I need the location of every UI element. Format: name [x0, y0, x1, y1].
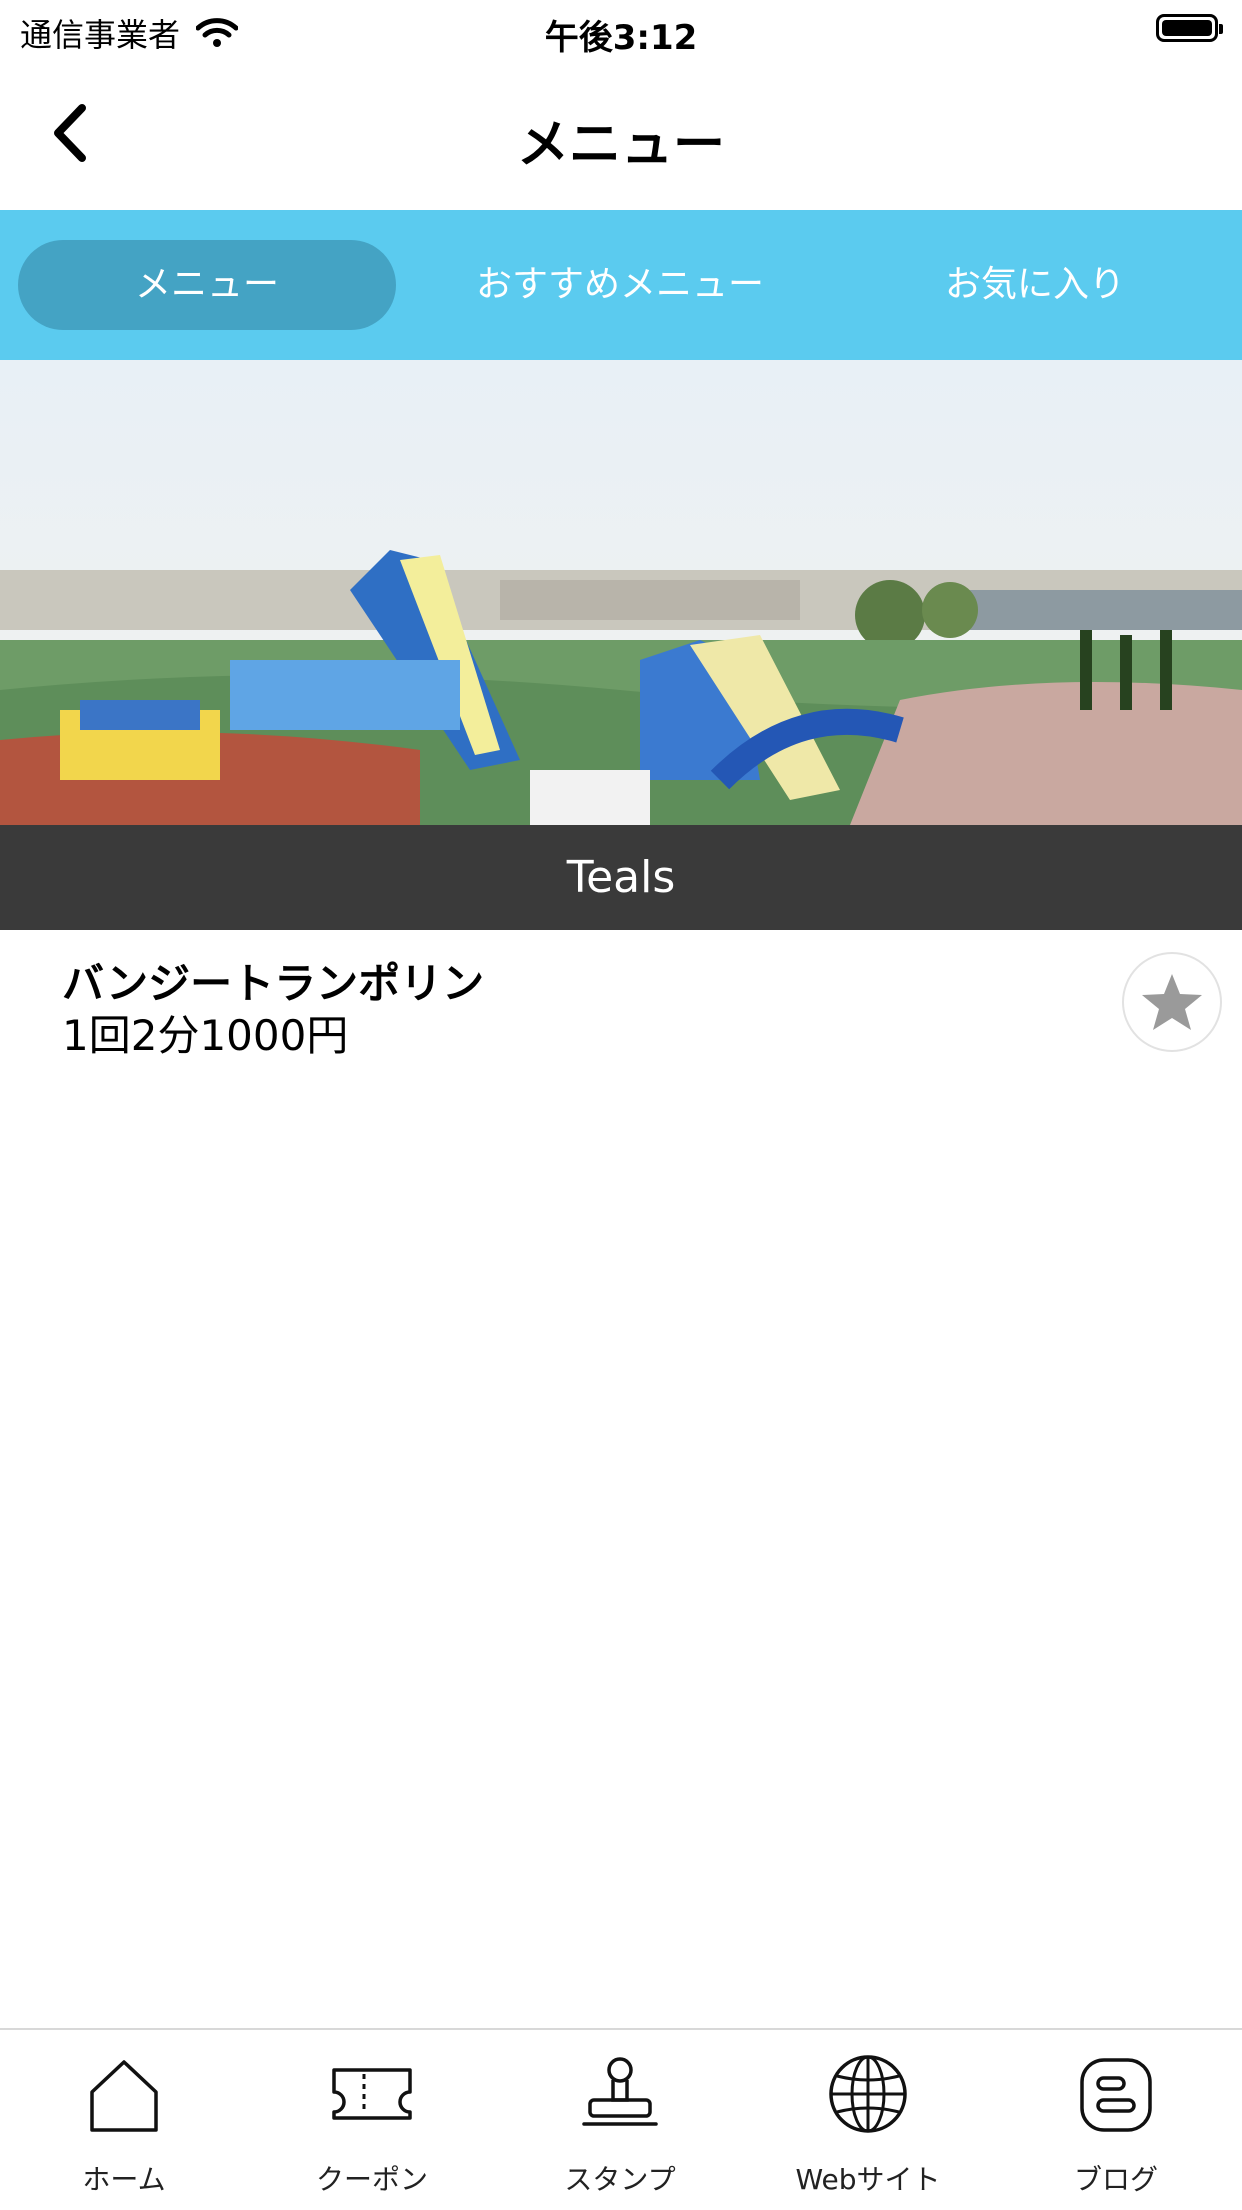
bottom-nav-label: Webサイト [795, 2163, 941, 2196]
tab-recommended-menu[interactable]: おすすめメニュー [430, 240, 810, 330]
item-price: 1回2分1000円 [62, 1011, 349, 1060]
park-photo [0, 360, 1242, 825]
tab-favorites[interactable]: お気に入り [845, 240, 1225, 330]
segment-tab-bar: メニュー おすすめメニュー お気に入り [0, 210, 1242, 360]
bottom-nav-stamp[interactable]: スタンプ [496, 2030, 744, 2210]
status-time: 午後3:12 [544, 18, 698, 58]
bottom-nav-home[interactable]: ホーム [0, 2030, 248, 2210]
stamp-icon [582, 2057, 658, 2126]
list-item[interactable]: バンジートランポリン 1回2分1000円 [0, 930, 1242, 1070]
navigation-bar: メニュー [0, 62, 1242, 210]
page-title: メニュー [516, 115, 725, 175]
bottom-nav-label: ホーム [82, 2163, 166, 2196]
bottom-nav-website[interactable]: Webサイト [744, 2030, 992, 2210]
bottom-nav-label: ブログ [1073, 2163, 1158, 2196]
bottom-nav-coupon[interactable]: クーポン [248, 2030, 496, 2210]
bottom-navigation: ホーム クーポン スタンプ Webサイト ブログ [0, 2028, 1242, 2210]
home-icon [90, 2060, 158, 2132]
star-icon [1142, 974, 1202, 1030]
bottom-nav-label: クーポン [315, 2163, 428, 2196]
ticket-icon [332, 2068, 412, 2120]
tab-menu[interactable]: メニュー [18, 240, 396, 330]
bottom-nav-label: スタンプ [564, 2163, 676, 2196]
bottom-nav-blog[interactable]: ブログ [992, 2030, 1240, 2210]
blog-icon [1080, 2058, 1152, 2132]
battery-icon [1156, 14, 1223, 42]
hero-caption: Teals [0, 825, 1242, 930]
globe-icon [829, 2055, 907, 2133]
status-bar: 通信事業者 午後3:12 [0, 0, 1242, 62]
hero-image [0, 360, 1242, 825]
favorite-button[interactable] [1122, 952, 1222, 1052]
